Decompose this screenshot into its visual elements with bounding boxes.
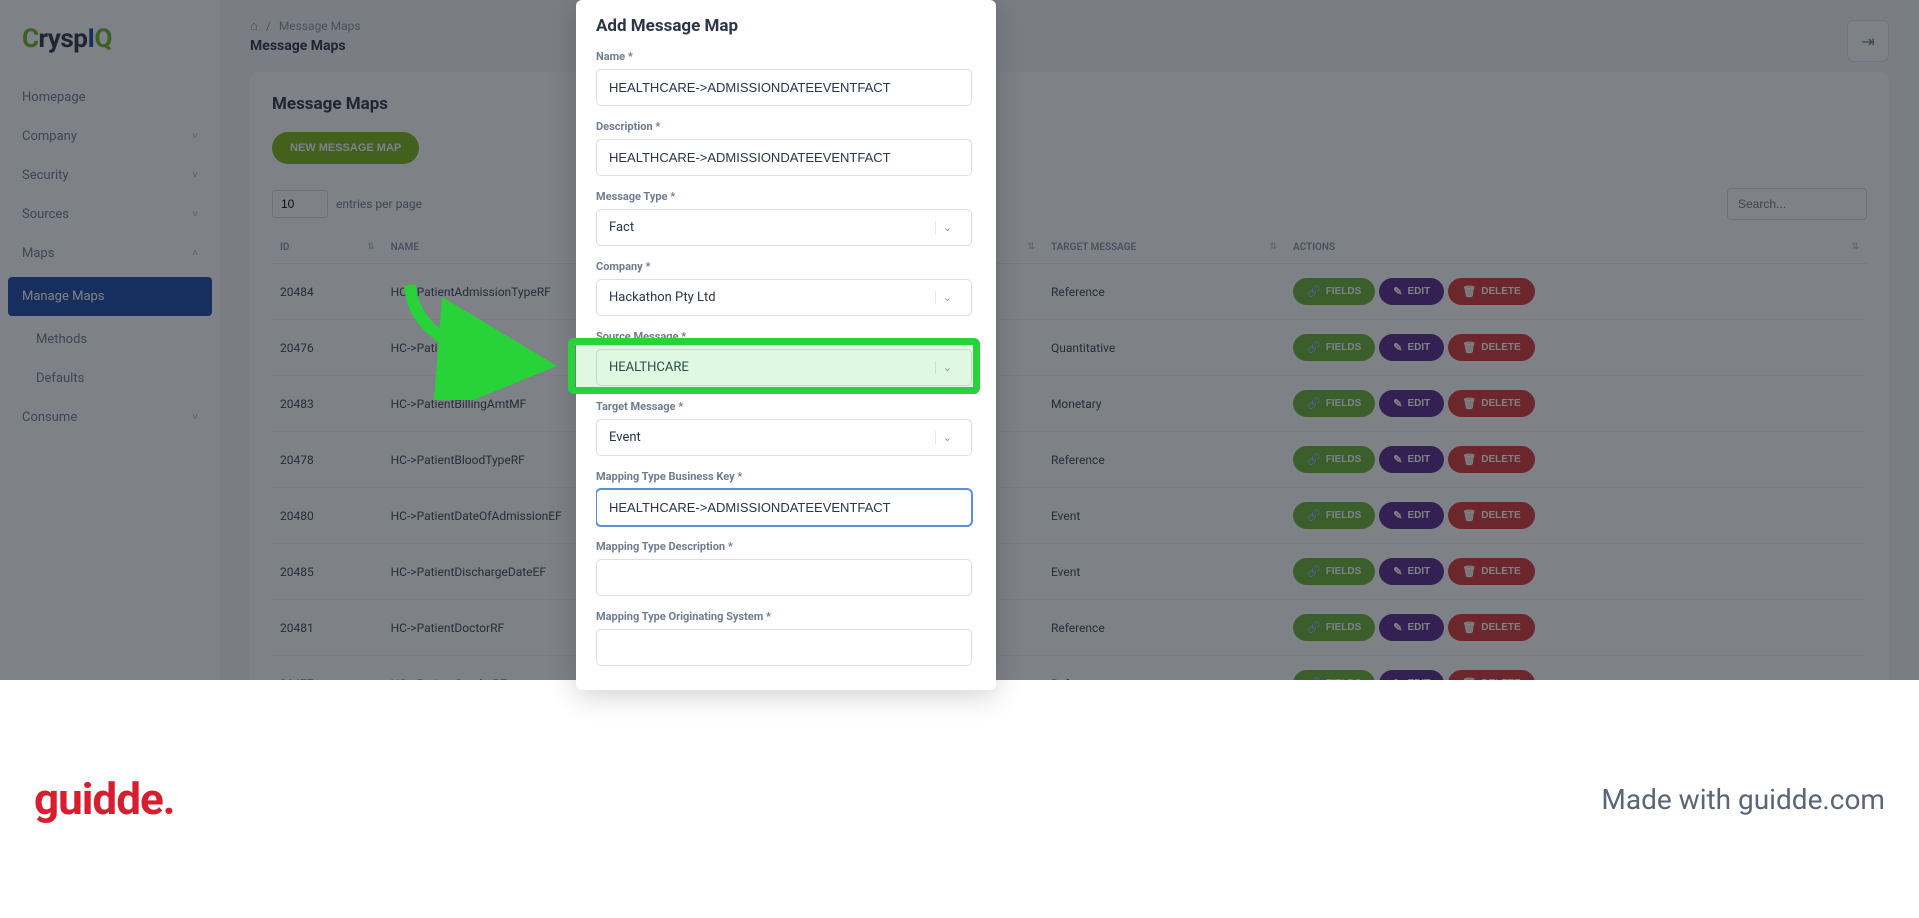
business-key-label: Mapping Type Business Key *	[596, 470, 972, 483]
chevron-down-icon: ⌄	[935, 361, 959, 374]
target-message-label: Target Message *	[596, 400, 972, 413]
business-key-input[interactable]	[596, 489, 972, 526]
mapping-type-description-input[interactable]	[596, 559, 972, 596]
source-message-label: Source Message *	[596, 330, 972, 343]
chevron-down-icon: ⌄	[935, 221, 959, 234]
add-message-map-modal: Add Message Map Name * Description * Mes…	[576, 0, 996, 690]
name-label: Name *	[596, 50, 972, 63]
company-label: Company *	[596, 260, 972, 273]
guidde-footer: guidde. Made with guidde.com	[0, 680, 1919, 918]
description-input[interactable]	[596, 139, 972, 176]
name-input[interactable]	[596, 69, 972, 106]
mapping-type-description-label: Mapping Type Description *	[596, 540, 972, 553]
company-select[interactable]: Hackathon Pty Ltd ⌄	[596, 279, 972, 316]
source-message-select[interactable]: HEALTHCARE ⌄	[596, 349, 972, 386]
target-message-select[interactable]: Event ⌄	[596, 419, 972, 456]
modal-title: Add Message Map	[596, 16, 976, 36]
message-type-select[interactable]: Fact ⌄	[596, 209, 972, 246]
originating-system-label: Mapping Type Originating System *	[596, 610, 972, 623]
description-label: Description *	[596, 120, 972, 133]
made-with-text: Made with guidde.com	[1601, 783, 1885, 816]
guidde-logo: guidde.	[34, 773, 175, 825]
message-type-label: Message Type *	[596, 190, 972, 203]
chevron-down-icon: ⌄	[935, 431, 959, 444]
originating-system-input[interactable]	[596, 629, 972, 666]
chevron-down-icon: ⌄	[935, 291, 959, 304]
